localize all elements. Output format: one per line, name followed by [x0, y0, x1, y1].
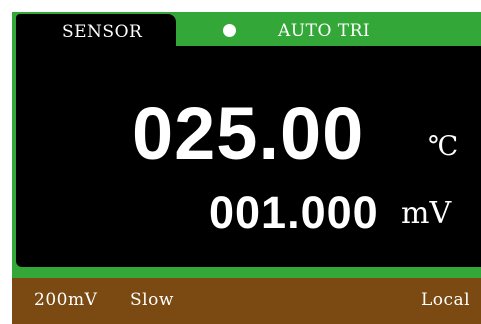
- main-display: 025.00 ℃ 001.000 mV: [16, 46, 481, 267]
- secondary-reading: 001.000: [209, 187, 379, 238]
- secondary-unit: mV: [401, 196, 452, 231]
- status-bar: 200mV Slow Local: [12, 278, 481, 324]
- speed-indicator: Slow: [130, 290, 174, 310]
- range-indicator: 200mV: [34, 290, 98, 310]
- remote-mode-indicator: Local: [421, 290, 471, 310]
- primary-unit: ℃: [428, 131, 459, 162]
- trigger-mode-label: AUTO TRI: [278, 21, 371, 41]
- meter-screen: SENSOR AUTO TRI 025.00 ℃ 001.000 mV 200m…: [0, 0, 481, 324]
- primary-reading: 025.00: [132, 92, 365, 175]
- tab-sensor-label: SENSOR: [62, 22, 143, 42]
- tab-sensor[interactable]: SENSOR: [16, 14, 176, 48]
- status-dot-icon: [223, 24, 236, 37]
